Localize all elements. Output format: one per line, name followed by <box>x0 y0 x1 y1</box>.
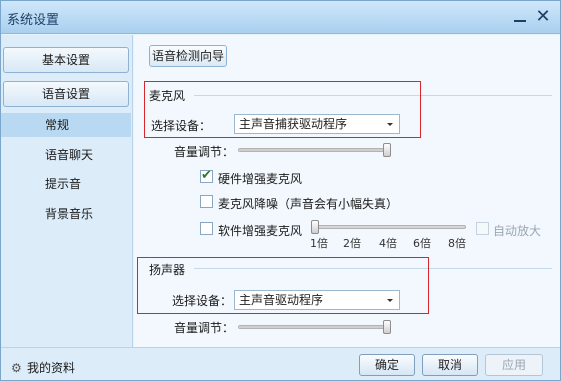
mic-device-value: 主声音捕获驱动程序 <box>239 117 348 131</box>
sidebar-nav: 基本设置 语音设置 常规 语音聊天 提示音 背景音乐 <box>1 35 133 347</box>
apply-button[interactable]: 应用 <box>485 354 543 376</box>
auto-amplify-label: 自动放大 <box>493 224 542 238</box>
mic-volume-thumb[interactable] <box>383 143 391 157</box>
nav-item-voice-chat[interactable]: 语音聊天 <box>1 143 131 167</box>
speaker-volume-thumb[interactable] <box>383 320 391 334</box>
hardware-boost-checkbox[interactable] <box>200 168 213 183</box>
auto-amplify-checkbox[interactable] <box>476 222 489 235</box>
settings-content: 语音检测向导 麦克风 选择设备： 主声音捕获驱动程序 音量调节： 硬件增强麦克风… <box>134 35 560 347</box>
voice-wizard-button[interactable]: 语音检测向导 <box>149 45 227 67</box>
speaker-volume-slider[interactable] <box>238 320 391 334</box>
my-profile-link[interactable]: ⚙ 我的资料 <box>11 359 75 376</box>
speaker-device-value: 主声音驱动程序 <box>239 293 324 307</box>
boost-tick: 8倍 <box>448 237 466 250</box>
nav-basic-settings[interactable]: 基本设置 <box>3 47 129 73</box>
mic-device-select[interactable]: 主声音捕获驱动程序 <box>234 114 400 134</box>
minimize-icon[interactable] <box>511 8 529 26</box>
close-icon[interactable]: ✕ <box>534 8 552 26</box>
my-profile-label: 我的资料 <box>27 361 76 375</box>
mic-volume-label: 音量调节： <box>174 145 235 159</box>
nav-item-background-music[interactable]: 背景音乐 <box>1 202 131 226</box>
chevron-down-icon <box>387 123 393 126</box>
hardware-boost-label: 硬件增强麦克风 <box>218 172 303 186</box>
window-title: 系统设置 <box>7 13 60 28</box>
boost-tick: 2倍 <box>343 237 361 250</box>
speaker-section-title: 扬声器 <box>149 263 186 277</box>
software-boost-checkbox[interactable] <box>200 222 213 235</box>
speaker-volume-fill <box>239 326 387 328</box>
nav-voice-settings[interactable]: 语音设置 <box>3 81 129 107</box>
speaker-device-select[interactable]: 主声音驱动程序 <box>234 290 400 310</box>
nav-item-general[interactable]: 常规 <box>1 113 131 137</box>
noise-reduction-checkbox[interactable] <box>200 195 213 208</box>
noise-reduction-label: 麦克风降噪（声音会有小幅失真） <box>218 197 399 211</box>
boost-tick: 4倍 <box>379 237 397 250</box>
footer-bar: ⚙ 我的资料 确定 取消 应用 <box>1 347 560 380</box>
chevron-down-icon <box>387 299 393 302</box>
speaker-volume-label: 音量调节： <box>174 321 235 335</box>
gear-icon: ⚙ <box>11 361 22 375</box>
mic-volume-slider[interactable] <box>238 143 391 157</box>
software-boost-slider[interactable] <box>311 220 466 234</box>
software-boost-thumb[interactable] <box>311 220 319 234</box>
speaker-device-label: 选择设备： <box>172 294 233 308</box>
ok-button[interactable]: 确定 <box>359 354 415 376</box>
mic-volume-fill <box>239 149 387 151</box>
nav-item-notification-sound[interactable]: 提示音 <box>1 172 131 196</box>
mic-device-label: 选择设备： <box>151 119 212 133</box>
software-boost-label: 软件增强麦克风 <box>218 224 303 238</box>
cancel-button[interactable]: 取消 <box>422 354 478 376</box>
mic-section-title: 麦克风 <box>149 89 186 103</box>
boost-tick: 1倍 <box>310 237 328 250</box>
settings-window: 系统设置 ✕ 基本设置 语音设置 常规 语音聊天 提示音 背景音乐 语音检测向导… <box>0 0 561 381</box>
title-bar: 系统设置 ✕ <box>1 1 560 34</box>
boost-tick: 6倍 <box>413 237 431 250</box>
